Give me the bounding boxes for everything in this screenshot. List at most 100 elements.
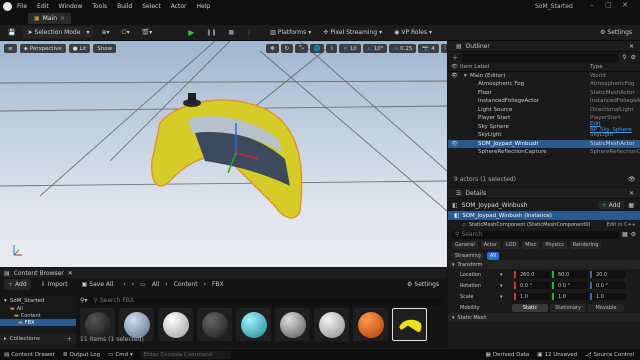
tab-main[interactable]: ▣ Main ✕ (28, 13, 72, 24)
static-mesh-section[interactable]: ▾ Static Mesh (448, 313, 640, 322)
rotation-z-field[interactable]: 0.0 ° (590, 282, 626, 289)
view-options-icon[interactable]: 👁 (628, 176, 636, 183)
mobility-movable-button[interactable]: Movable (588, 303, 624, 312)
tab-close-icon[interactable]: ✕ (60, 15, 65, 22)
content-drawer-button[interactable]: ▤ Content Drawer (4, 352, 55, 358)
pause-button[interactable]: ❚❚ (202, 27, 220, 38)
eye-icon[interactable]: 👁 (451, 73, 458, 79)
project-header[interactable]: ▾ SoM_Started (0, 296, 76, 305)
menu-help[interactable]: Help (197, 3, 211, 10)
chevron-down-icon[interactable]: ▾ (500, 294, 512, 300)
outliner-add-icon[interactable]: ＋ (452, 53, 458, 62)
import-button[interactable]: ⇩ Import (37, 279, 72, 290)
quick-add-icon[interactable]: ⊕▾ (97, 27, 113, 38)
content-settings-button[interactable]: ⚙ Settings (403, 279, 443, 290)
outliner-row-selected[interactable]: 👁 SOM_Joypad_Winbush StaticMeshActor (448, 139, 640, 148)
content-search-input[interactable]: ⚲ Search FBX (90, 296, 443, 305)
joypad-mesh[interactable] (151, 93, 303, 219)
filter-icon[interactable]: ⚲ (622, 54, 626, 61)
filter-icon[interactable]: ⚲▾ (80, 297, 87, 304)
tab-misc[interactable]: Misc (522, 241, 540, 249)
outliner-settings-icon[interactable]: ⚙ (631, 54, 636, 61)
menu-build[interactable]: Build (117, 3, 132, 10)
menu-file[interactable]: File (17, 3, 27, 10)
menu-edit[interactable]: Edit (37, 3, 49, 10)
lit-button[interactable]: ● Lit (68, 44, 91, 53)
menu-window[interactable]: Window (59, 3, 83, 10)
outliner-row[interactable]: SphereReflectionCapture SphereReflectionC… (448, 148, 640, 157)
rotation-snap-button[interactable]: ∠ 10° (362, 44, 388, 53)
scale-tool-icon[interactable]: ⤡ (295, 44, 308, 53)
menu-actor[interactable]: Actor (171, 3, 187, 10)
tab-all[interactable]: All (486, 252, 500, 260)
tab-lod[interactable]: LOD (502, 241, 520, 249)
tree-fbx[interactable]: ▬ FBX (0, 319, 76, 326)
play-options-icon[interactable]: ⋮ (242, 27, 256, 38)
location-y-field[interactable]: 60.0 (552, 271, 588, 278)
output-log-button[interactable]: ≣ Output Log (63, 352, 100, 358)
stop-button[interactable]: ■ (224, 27, 238, 38)
asset-thumbnail[interactable] (236, 308, 271, 341)
mobility-stationary-button[interactable]: Stationary (550, 303, 586, 312)
blueprint-add-icon[interactable]: ▦ (628, 202, 634, 209)
chevron-down-icon[interactable]: ▾ (500, 272, 512, 278)
tab-physics[interactable]: Physics (542, 241, 567, 249)
show-button[interactable]: Show (93, 44, 117, 53)
outliner-row[interactable]: Sky Sphere Edit BP_Sky_Sphere (448, 121, 640, 133)
perspective-button[interactable]: ◈ Perspective (19, 44, 66, 53)
outliner-row[interactable]: Light Source DirectionalLight (448, 106, 640, 115)
save-icon[interactable]: 💾 (4, 27, 19, 38)
tab-streaming[interactable]: Streaming (452, 252, 484, 260)
scale-y-field[interactable]: 1.0 (552, 293, 588, 300)
derived-data-button[interactable]: ▦ Derived Data (486, 352, 530, 358)
item-label-column[interactable]: Item Label (460, 64, 489, 70)
add-button[interactable]: + Add (4, 279, 31, 290)
edit-in-cpp-link[interactable]: Edit in C++ (607, 222, 636, 228)
camera-speed-button[interactable]: 📷 4 (418, 44, 439, 53)
outliner-row[interactable]: Floor StaticMeshActor (448, 89, 640, 98)
world-local-icon[interactable]: 🌐 (309, 44, 325, 53)
blueprint-icon[interactable]: ⎔▾ (118, 27, 134, 38)
forward-arrow-icon[interactable]: › (132, 281, 134, 288)
tab-rendering[interactable]: Rendering (569, 241, 602, 249)
asset-thumbnail-selected[interactable] (392, 308, 427, 341)
mobility-static-button[interactable]: Static (512, 303, 548, 312)
scale-snap-button[interactable]: ⇲ 0.25 (389, 44, 417, 53)
outliner-row[interactable]: Atmospheric Fog AtmosphericFog (448, 80, 640, 89)
menu-select[interactable]: Select (142, 3, 161, 10)
minimize-button[interactable]: – (590, 1, 594, 9)
tree-content[interactable]: ▬ Content (0, 312, 76, 319)
asset-thumbnail[interactable] (197, 308, 232, 341)
instance-row[interactable]: ◧ SOM_Joypad_Winbush (Instance) (448, 211, 640, 220)
close-icon[interactable]: ✕ (68, 270, 73, 277)
settings-button[interactable]: ⚙ Settings (596, 27, 636, 38)
tab-actor[interactable]: Actor (480, 241, 500, 249)
outliner-search-input[interactable] (462, 53, 619, 62)
location-x-field[interactable]: 260.0 (514, 271, 550, 278)
source-control-button[interactable]: ⎇ Source Control (585, 352, 634, 358)
unsaved-button[interactable]: ▣ 12 Unsaved (537, 352, 577, 358)
outliner-row[interactable]: 👁 ▾ Main (Editor) World (448, 72, 640, 81)
tree-all[interactable]: ▬ All (0, 305, 76, 312)
outliner-row[interactable]: SkyLight SkyLight (448, 131, 640, 140)
outliner-row[interactable]: InstancedFoliageActor InstancedFoliageAct… (448, 97, 640, 106)
tab-general[interactable]: General (452, 241, 478, 249)
location-z-field[interactable]: 20.0 (590, 271, 626, 278)
scale-z-field[interactable]: 1.0 (590, 293, 626, 300)
asset-thumbnail[interactable] (353, 308, 388, 341)
selection-mode-dropdown[interactable]: ➤ Selection Mode ▾ (23, 27, 94, 38)
rotate-tool-icon[interactable]: ↻ (280, 44, 294, 53)
pixel-streaming-button[interactable]: ✣ Pixel Streaming ▾ (319, 27, 386, 38)
grid-snap-button[interactable]: #10 (339, 44, 361, 53)
viewport-menu-icon[interactable]: ≡ (4, 44, 17, 53)
details-actor-name[interactable]: SOM_Joypad_Winbush (462, 202, 528, 209)
rotation-x-field[interactable]: 0.0 ° (514, 282, 550, 289)
eye-icon[interactable]: 👁 (451, 141, 458, 147)
scale-x-field[interactable]: 1.0 (514, 293, 550, 300)
console-input[interactable]: Enter Console Command (140, 350, 231, 359)
back-arrow-icon[interactable]: ‹ (123, 281, 125, 288)
menu-tools[interactable]: Tools (92, 3, 107, 10)
grid-view-icon[interactable]: ▦ (622, 231, 628, 238)
details-settings-icon[interactable]: ⚙ (631, 231, 636, 238)
sequencer-icon[interactable]: 🎬▾ (138, 27, 156, 38)
